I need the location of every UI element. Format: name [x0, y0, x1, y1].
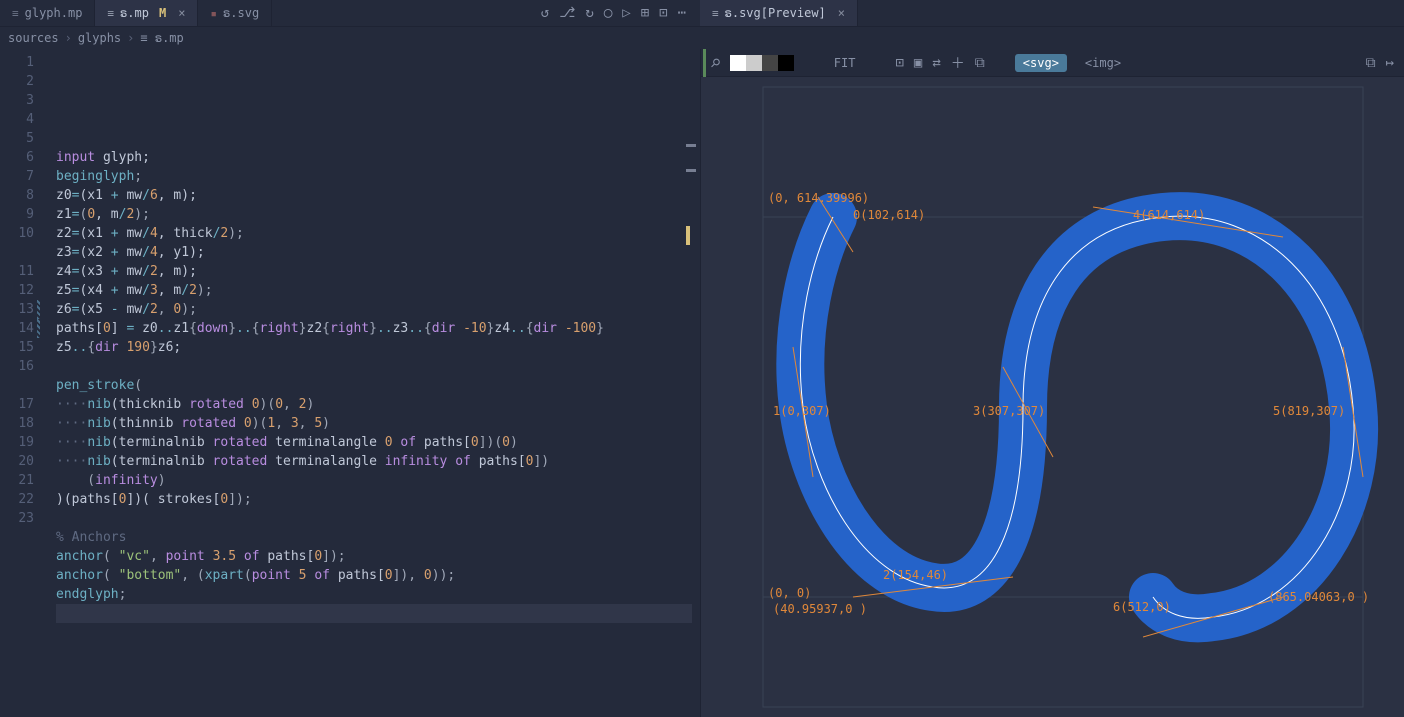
branch-icon[interactable]: ⎇: [559, 5, 575, 21]
breadcrumb: sources › glyphs › ≡ ຣ.mp: [0, 27, 1404, 49]
tab-label: glyph.mp: [25, 6, 83, 20]
refresh-icon[interactable]: ↻: [585, 5, 593, 21]
frame-icon[interactable]: ▣: [914, 55, 922, 71]
tab-label: ຣ.svg: [223, 6, 259, 20]
history-icon[interactable]: ↺: [541, 5, 549, 21]
tab-label: ຣ.mp: [120, 6, 149, 20]
swatch-dark[interactable]: [762, 55, 778, 71]
swatch-light[interactable]: [746, 55, 762, 71]
bbox-icon[interactable]: ⊡: [895, 55, 903, 71]
mode-img-button[interactable]: <img>: [1077, 54, 1129, 72]
tab-bar: ≡ glyph.mp ≡ ຣ.mp M × ▪ ຣ.svg ↺ ⎇ ↻ ◯ ▷ …: [0, 0, 1404, 27]
cursor-indicator: [686, 226, 690, 245]
right-tab-group: ≡ ຣ.svg[Preview] ×: [700, 0, 1404, 27]
line-gutter: 12345678910 111213141516 17181920212223: [0, 49, 48, 717]
label-corner-tl: (0, 614.39996): [768, 191, 869, 205]
pin-icon[interactable]: ⚲: [707, 54, 723, 70]
label-p3: 3(307,307): [973, 404, 1045, 418]
close-icon[interactable]: ×: [838, 6, 845, 20]
chevron-right-icon: ›: [127, 31, 134, 45]
split-icon[interactable]: ⊞: [641, 5, 649, 21]
label-p0: 0(102,614): [853, 208, 925, 222]
glyph-svg: (0, 614.39996) 0(102,614) 4(614,614) 1(0…: [713, 77, 1393, 717]
breadcrumb-item[interactable]: sources: [8, 31, 59, 45]
label-p5: 5(819,307): [1273, 404, 1345, 418]
export-icon[interactable]: ↦: [1386, 55, 1394, 71]
swatch-white[interactable]: [730, 55, 746, 71]
bg-swatches: [730, 55, 794, 71]
svg-file-icon: ▪: [210, 7, 217, 20]
file-icon: ≡: [107, 7, 114, 20]
tab-label: ຣ.svg[Preview]: [725, 6, 826, 20]
run-icon[interactable]: ▷: [622, 5, 630, 21]
tab-glyph-mp[interactable]: ≡ glyph.mp: [0, 0, 95, 26]
more-icon[interactable]: ⋯: [678, 5, 686, 21]
overview-ruler-mark: [686, 169, 696, 172]
label-p2: 2(154,46): [883, 568, 948, 582]
copy-icon[interactable]: ⧉: [1366, 55, 1376, 71]
label-br: (865.04063,0 ): [1268, 590, 1369, 604]
breadcrumb-item[interactable]: glyphs: [78, 31, 121, 45]
code-area[interactable]: 12345678910 111213141516 17181920212223 …: [0, 49, 700, 717]
editor-pane: 12345678910 111213141516 17181920212223 …: [0, 49, 700, 717]
tab-s-svg[interactable]: ▪ ຣ.svg: [198, 0, 272, 26]
tab-svg-preview[interactable]: ≡ ຣ.svg[Preview] ×: [700, 0, 858, 26]
code-content[interactable]: input glyph;beginglyph;z0=(x1 + mw/6, m)…: [48, 49, 700, 717]
modified-badge: M: [159, 6, 166, 20]
label-p1: 1(0,307): [773, 404, 831, 418]
label-bl2: (40.95937,0 ): [773, 602, 867, 616]
label-p6: 6(512,0): [1113, 600, 1171, 614]
left-tab-group: ≡ glyph.mp ≡ ຣ.mp M × ▪ ຣ.svg ↺ ⎇ ↻ ◯ ▷ …: [0, 0, 700, 27]
file-icon: ≡: [12, 7, 19, 20]
fit-button[interactable]: FIT: [834, 56, 856, 70]
layout-icon[interactable]: ⊡: [659, 5, 667, 21]
editor-actions: ↺ ⎇ ↻ ◯ ▷ ⊞ ⊡ ⋯: [541, 0, 700, 26]
main-split: 12345678910 111213141516 17181920212223 …: [0, 49, 1404, 717]
preview-pane: ⚲ FIT ⊡ ▣ ⇄ ＋ ⧉ <svg> <img> ⧉ ↦: [700, 49, 1404, 717]
swap-icon[interactable]: ⇄: [932, 55, 940, 71]
copy-icon[interactable]: ⧉: [975, 55, 985, 71]
mode-svg-button[interactable]: <svg>: [1015, 54, 1067, 72]
circle-icon[interactable]: ◯: [604, 5, 612, 21]
tab-s-mp[interactable]: ≡ ຣ.mp M ×: [95, 0, 198, 26]
svg-viewport[interactable]: (0, 614.39996) 0(102,614) 4(614,614) 1(0…: [701, 77, 1404, 717]
chevron-right-icon: ›: [65, 31, 72, 45]
label-p4: 4(614,614): [1133, 208, 1205, 222]
file-icon: ≡: [712, 7, 719, 20]
plus-icon[interactable]: ＋: [951, 53, 965, 73]
preview-toolbar: ⚲ FIT ⊡ ▣ ⇄ ＋ ⧉ <svg> <img> ⧉ ↦: [701, 49, 1404, 77]
overview-ruler-mark: [686, 144, 696, 147]
label-corner-bl: (0, 0): [768, 586, 811, 600]
breadcrumb-item[interactable]: ≡ ຣ.mp: [140, 31, 183, 45]
close-icon[interactable]: ×: [178, 6, 185, 20]
swatch-black[interactable]: [778, 55, 794, 71]
